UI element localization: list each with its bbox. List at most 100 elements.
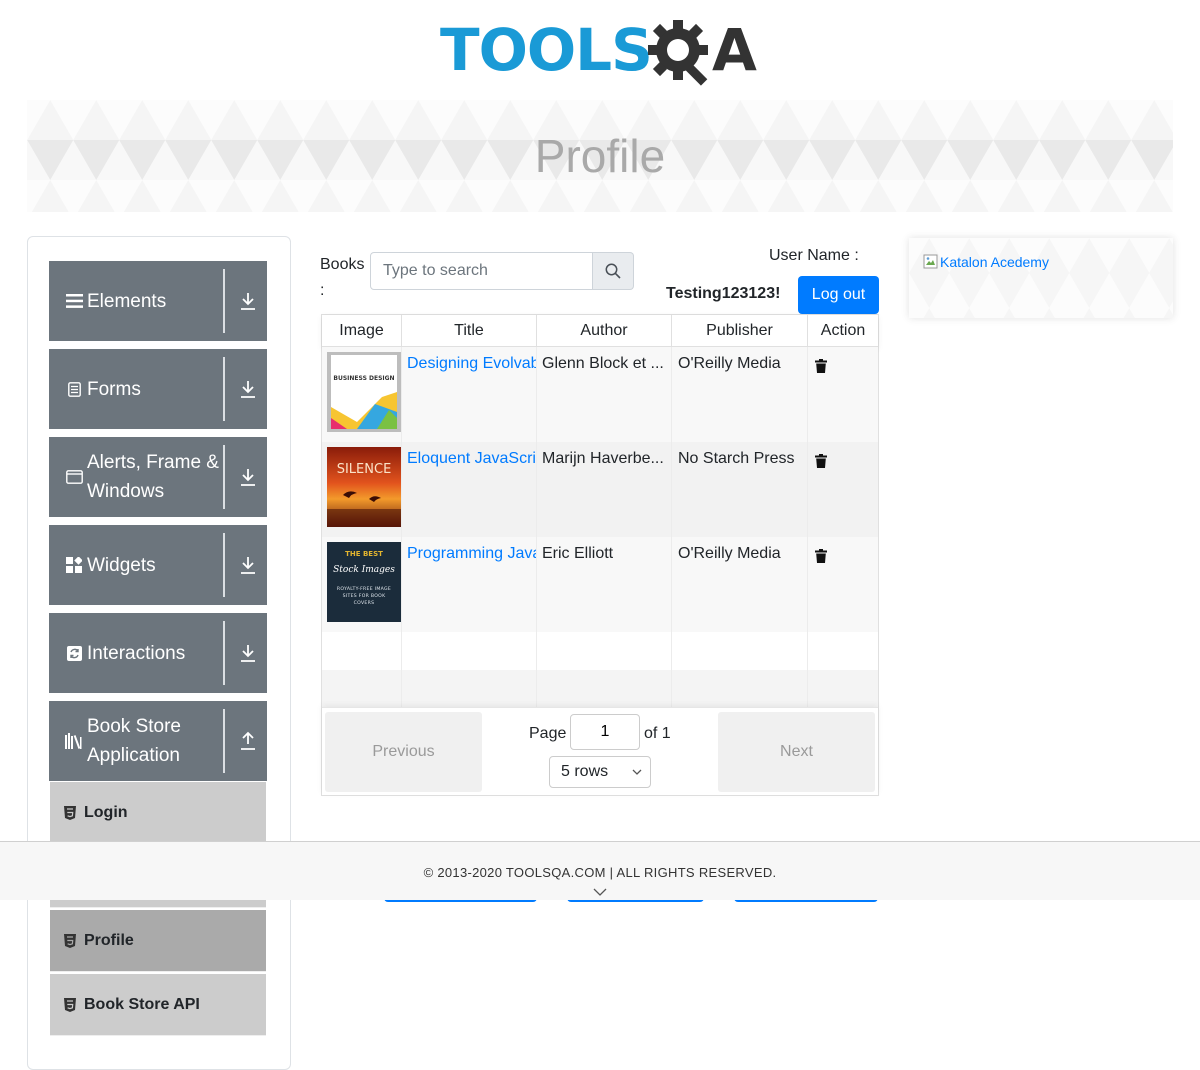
sidebar-group-label: Alerts, Frame & Windows	[87, 452, 219, 502]
broken-image-icon	[923, 254, 938, 269]
search-icon	[605, 263, 621, 279]
column-divider	[671, 347, 672, 709]
sidebar-group-label: Elements	[87, 290, 167, 312]
logo-text-tools: TOOLS	[440, 16, 653, 84]
books-label: Books :	[320, 256, 365, 299]
divider	[223, 533, 225, 597]
book-author: Marijn Haverbe...	[542, 450, 664, 467]
user-name-label: User Name :	[769, 247, 859, 264]
column-header-author[interactable]: Author	[537, 315, 672, 347]
book-cover-image: SILENCE	[327, 447, 401, 527]
document-icon	[65, 380, 83, 398]
sidebar-item-label: Book Store API	[84, 995, 200, 1013]
download-arrow-icon	[241, 469, 255, 486]
page-title: Profile	[534, 130, 666, 182]
sidebar-group-widgets[interactable]: Widgets	[49, 525, 267, 605]
book-publisher: No Starch Press	[678, 450, 795, 467]
divider	[223, 621, 225, 685]
sidebar-item-login[interactable]: Login	[50, 782, 266, 844]
trash-icon[interactable]	[815, 549, 827, 563]
window-icon	[65, 468, 83, 486]
trash-icon[interactable]	[815, 454, 827, 468]
rows-per-page-value: 5 rows	[561, 763, 609, 780]
next-button[interactable]: Next	[718, 712, 875, 792]
ad-alt-text: Katalon Acedemy	[940, 254, 1049, 270]
sidebar-group-forms[interactable]: Forms	[49, 349, 267, 429]
sidebar-item-label: Login	[84, 803, 128, 821]
rows-per-page-select[interactable]: 5 rows	[549, 756, 651, 788]
column-divider	[401, 347, 402, 709]
html5-icon	[64, 933, 76, 948]
book-cover-text: ROYALTY-FREE IMAGE SITES FOR BOOK COVERS	[336, 587, 392, 606]
pagination: Previous Page of 1 5 rows Next	[322, 707, 878, 795]
book-publisher: O'Reilly Media	[678, 545, 781, 562]
table-row-empty	[322, 632, 878, 670]
logo-text-a: A	[712, 16, 757, 84]
sidebar-item-book-store-api[interactable]: Book Store API	[50, 974, 266, 1036]
books-icon	[65, 732, 83, 750]
divider	[223, 269, 225, 333]
table-header: Image Title Author Publisher Action	[322, 315, 878, 347]
logout-button[interactable]: Log out	[798, 276, 879, 314]
download-arrow-icon	[241, 381, 255, 398]
column-header-publisher[interactable]: Publisher	[672, 315, 808, 347]
book-title-link[interactable]: Designing Evolvable Web APIs with ASP.NE…	[407, 353, 537, 375]
sidebar-group-elements[interactable]: Elements	[49, 261, 267, 341]
trash-icon[interactable]	[815, 359, 827, 373]
book-cover-text: SILENCE	[337, 462, 392, 477]
toolsqa-logo[interactable]: TOOLS A	[440, 14, 770, 92]
book-cover-text: THE BEST	[345, 550, 383, 558]
book-cover-text: Stock Images	[333, 565, 395, 575]
gear-magnifier-icon	[648, 20, 708, 86]
download-arrow-icon	[241, 293, 255, 310]
book-cover-text: BUSINESS DESIGN	[333, 375, 394, 382]
left-panel: Elements Forms Alerts, Frame & Windows W…	[27, 236, 291, 1070]
chevron-down-icon	[632, 769, 642, 775]
ad-image[interactable]: Katalon Acedemy	[923, 254, 1049, 270]
book-author: Eric Elliott	[542, 545, 614, 562]
chevron-down-icon[interactable]	[593, 888, 607, 896]
column-header-title[interactable]: Title	[402, 315, 537, 347]
user-name-value: Testing123123!	[666, 285, 781, 302]
divider	[223, 357, 225, 421]
sidebar-item-profile[interactable]: Profile	[50, 910, 266, 972]
book-title-link[interactable]: Eloquent JavaScript, Second Edition	[407, 448, 537, 470]
book-author: Glenn Block et ...	[542, 355, 664, 372]
book-cover-image: THE BEST Stock Images ROYALTY-FREE IMAGE…	[327, 542, 401, 622]
sidebar-group-label: Widgets	[87, 554, 156, 576]
copyright-text: © 2013-2020 TOOLSQA.COM | ALL RIGHTS RES…	[423, 865, 777, 880]
table-row-empty	[322, 670, 878, 710]
sidebar-group-interactions[interactable]: Interactions	[49, 613, 267, 693]
table-row: SILENCE Eloquent JavaScript, Second Edit…	[322, 442, 878, 537]
footer: © 2013-2020 TOOLSQA.COM | ALL RIGHTS RES…	[0, 841, 1200, 900]
books-table: Image Title Author Publisher Action BUSI…	[321, 314, 879, 796]
divider	[223, 709, 225, 773]
page-banner: Profile	[27, 100, 1173, 212]
sidebar-group-label: Forms	[87, 378, 141, 400]
sidebar-group-book-store[interactable]: Book Store Application	[49, 701, 267, 781]
page-total: of 1	[644, 725, 671, 742]
previous-button[interactable]: Previous	[325, 712, 482, 792]
search-box	[370, 252, 634, 290]
book-title-link[interactable]: Programming JavaScript Applications	[407, 543, 537, 565]
book-cover-image: BUSINESS DESIGN	[327, 352, 401, 432]
sidebar-group-label: Book Store Application	[87, 716, 181, 766]
column-header-action[interactable]: Action	[808, 315, 878, 347]
widgets-icon	[65, 556, 83, 574]
search-input[interactable]	[370, 252, 593, 290]
column-header-image[interactable]: Image	[322, 315, 402, 347]
upload-arrow-icon	[241, 731, 255, 750]
html5-icon	[64, 997, 76, 1012]
download-arrow-icon	[241, 557, 255, 574]
sidebar-item-label: Profile	[84, 931, 134, 949]
page-label: Page	[529, 725, 567, 742]
ad-banner[interactable]: Katalon Acedemy	[909, 238, 1173, 318]
book-publisher: O'Reilly Media	[678, 355, 781, 372]
page-number-input[interactable]	[570, 714, 640, 750]
menu-icon	[65, 292, 83, 310]
table-row: THE BEST Stock Images ROYALTY-FREE IMAGE…	[322, 537, 878, 632]
download-arrow-icon	[241, 645, 255, 662]
search-button[interactable]	[593, 252, 634, 290]
column-divider	[807, 347, 808, 709]
sidebar-group-alerts[interactable]: Alerts, Frame & Windows	[49, 437, 267, 517]
